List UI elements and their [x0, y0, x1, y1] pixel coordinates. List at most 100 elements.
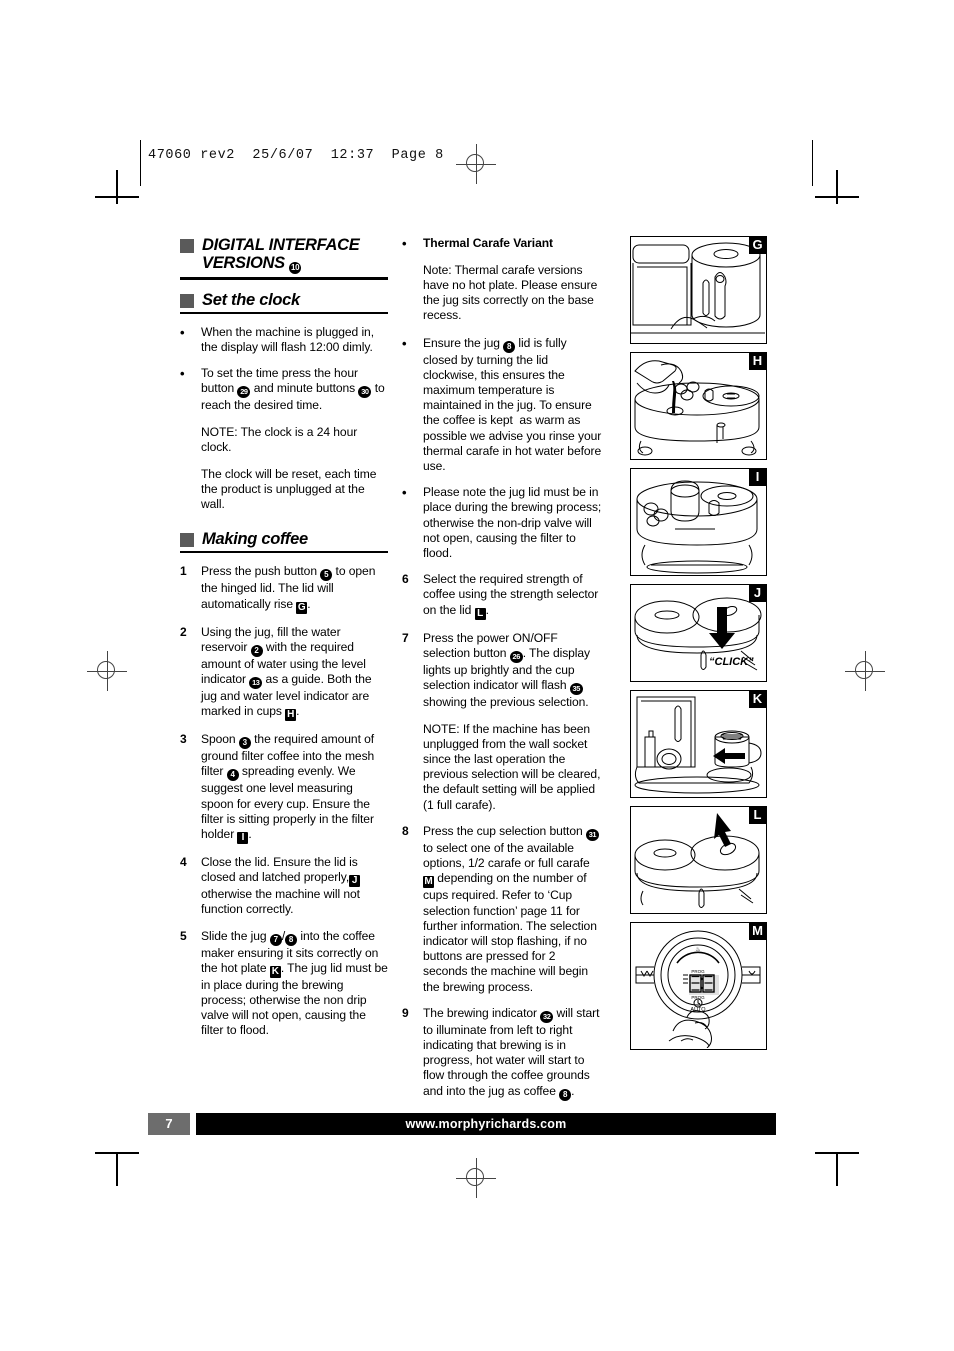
illustration-g-press-button — [631, 242, 765, 334]
registration-mark-right — [845, 651, 885, 691]
list-item: 6 Select the required strength of coffee… — [402, 572, 602, 620]
ref-badge-7: 7 — [269, 933, 282, 946]
paragraph: Press the push button 5 to open the hing… — [201, 564, 376, 614]
list-item: 3 Spoon 3 the required amount of ground … — [180, 732, 388, 844]
registration-mark-bottom — [456, 1158, 496, 1198]
heading-square-icon — [180, 533, 194, 548]
illustration-k-slide-jug-hotplate — [634, 696, 762, 794]
ref-badge-g: G — [296, 601, 308, 614]
list-bullet: • — [402, 485, 407, 501]
list-item-body: To set the time press the hour button 29… — [201, 366, 388, 512]
list-item-body: When the machine is plugged in, the disp… — [201, 325, 388, 355]
paragraph: Using the jug, fill the water reservoir … — [201, 624, 372, 722]
paragraph: When the machine is plugged in, the disp… — [201, 324, 374, 354]
ref-badge-30: 30 — [358, 386, 372, 399]
page-footer: 7 www.morphyrichards.com — [148, 1113, 776, 1135]
list-item: 9 The brewing indicator 32 will start to… — [402, 1006, 602, 1101]
step-body: Press the power ON/OFF selection button … — [423, 631, 602, 813]
step-number: 5 — [180, 928, 187, 943]
paragraph: Please note the jug lid must be in place… — [423, 485, 602, 560]
illustration-panel-m: M PROG PROG AUTO ♨ — [630, 922, 767, 1050]
ref-badge-j: J — [349, 875, 361, 888]
paragraph: Press the cup selection button 31 to sel… — [423, 824, 602, 995]
list-item: 7 Press the power ON/OFF selection butto… — [402, 631, 602, 813]
paragraph: The clock will be reset, each time the p… — [201, 466, 377, 512]
footer-url: www.morphyrichards.com — [196, 1113, 776, 1135]
crop-mark-top-left-v — [116, 170, 118, 204]
illustration-l-strength-selector — [634, 813, 760, 908]
heading-rule — [180, 311, 388, 314]
illustration-i-filter-holder — [636, 480, 758, 574]
panel-tag-k: K — [749, 691, 766, 708]
ref-badge-i: I — [237, 831, 249, 844]
step-body: Press the cup selection button 31 to sel… — [423, 824, 602, 995]
illustration-panel-h: H — [630, 352, 767, 460]
registration-mark-top — [456, 144, 496, 184]
crop-mark-bottom-right-h — [815, 1152, 859, 1154]
ref-badge-35: 35 — [569, 682, 583, 695]
step-body: Select the required strength of coffee u… — [423, 572, 602, 620]
step-number: 2 — [180, 624, 187, 639]
illustration-panel-j: J “CLICK” — [630, 584, 767, 682]
step-number: 4 — [180, 854, 187, 869]
ref-badge-32: 32 — [540, 1010, 554, 1023]
ref-badge-l: L — [474, 607, 486, 620]
list-item: • When the machine is plugged in, the di… — [180, 325, 388, 355]
step-body: The brewing indicator 32 will start to i… — [423, 1006, 602, 1101]
crop-mark-bottom-left-h — [95, 1152, 139, 1154]
step-body: Using the jug, fill the water reservoir … — [201, 625, 388, 722]
panel-tag-m: M — [749, 923, 766, 940]
ref-badge-13: 13 — [249, 676, 263, 689]
list-item: • Ensure the jug 8 lid is fully closed b… — [402, 336, 602, 475]
step-number: 3 — [180, 732, 187, 747]
list-item: • To set the time press the hour button … — [180, 366, 388, 512]
heading-rule — [180, 551, 388, 554]
illustration-panel-i: I — [630, 468, 767, 576]
paragraph: Note: Thermal carafe versions have no ho… — [423, 262, 598, 323]
panel-tag-h: H — [749, 353, 766, 370]
column-illustrations: G H I J “CLICK” K L M PROG PROG AUTO ♨ — [630, 236, 770, 1058]
paragraph: Select the required strength of coffee u… — [423, 572, 599, 620]
list-bullet: • — [180, 324, 185, 340]
ref-badge-31: 31 — [585, 828, 599, 841]
ref-badge-4: 4 — [226, 769, 239, 782]
subheading-thermal-carafe-variant: Thermal Carafe Variant — [423, 236, 553, 250]
click-label: “CLICK” — [709, 656, 754, 668]
illustration-m-cup-selection-dial: PROG PROG AUTO ♨ — [635, 930, 761, 1048]
crop-mark-top-left-h — [95, 196, 139, 198]
heading-making-coffee-label: Making coffee — [202, 530, 308, 549]
ref-badge-29: 29 — [237, 386, 251, 399]
paragraph: Press the power ON/OFF selection button … — [423, 630, 591, 709]
list-item: 8 Press the cup selection button 31 to s… — [402, 824, 602, 995]
list-bullet: • — [402, 335, 407, 351]
paragraph-note: NOTE: If the machine has been unplugged … — [423, 721, 601, 812]
heading-digital-interface-versions: DIGITAL INTERFACE VERSIONS 10 — [180, 236, 388, 274]
illustration-panel-l: L — [630, 806, 767, 914]
step-number: 7 — [402, 630, 409, 645]
panel-tag-l: L — [749, 807, 766, 824]
paragraph: NOTE: The clock is a 24 hour clock. — [201, 424, 358, 455]
panel-tag-g: G — [749, 237, 766, 254]
heading-making-coffee: Making coffee — [180, 530, 388, 548]
list-bullet: • — [180, 365, 185, 381]
heading-set-the-clock-label: Set the clock — [202, 290, 300, 309]
slug-line: 47060 rev2 25/6/07 12:37 Page 8 — [148, 148, 444, 163]
ref-badge-26: 26 — [509, 650, 523, 663]
list-item: 5 Slide the jug 7/8 into the coffee make… — [180, 929, 388, 1039]
step-number: 1 — [180, 564, 187, 579]
illustration-panel-g: G — [630, 236, 767, 344]
ref-badge-5: 5 — [320, 569, 333, 582]
list-bullet: • — [402, 236, 407, 251]
step-number: 8 — [402, 823, 409, 838]
paragraph: Spoon 3 the required amount of ground fi… — [201, 732, 375, 844]
column-left: DIGITAL INTERFACE VERSIONS 10 Set the cl… — [180, 236, 388, 1050]
crop-mark-bottom-left-v — [116, 1152, 118, 1186]
ref-badge-h: H — [285, 709, 297, 722]
heading-set-the-clock: Set the clock — [180, 291, 388, 309]
illustration-h-fill-reservoir — [634, 360, 760, 456]
svg-text:AUTO: AUTO — [690, 1007, 706, 1013]
step-number: 6 — [402, 572, 409, 587]
registration-mark-left — [87, 651, 127, 691]
heading-digital-interface-versions-label: DIGITAL INTERFACE VERSIONS 10 — [202, 236, 360, 274]
list-item-body: Thermal Carafe Variant Note: Thermal car… — [423, 236, 602, 324]
